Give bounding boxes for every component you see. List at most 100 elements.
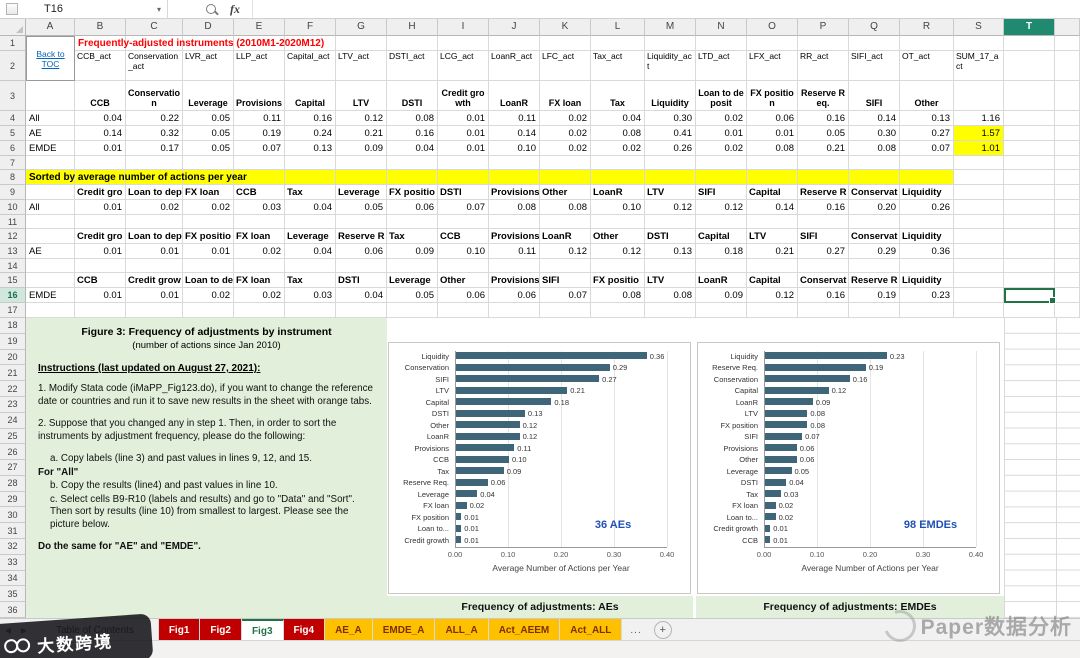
add-sheet-button[interactable]: + (653, 621, 672, 639)
cell-U3[interactable] (1055, 81, 1080, 111)
tab-ae-a[interactable]: AE_A (325, 619, 373, 641)
cell-K6[interactable]: 0.02 (540, 141, 591, 156)
cell-A16[interactable]: EMDE (26, 288, 75, 303)
cell-E11[interactable] (234, 215, 285, 229)
cell-B2[interactable]: CCB_act (75, 51, 126, 81)
row-header-22[interactable]: 22 (0, 381, 26, 397)
cell-R11[interactable] (900, 215, 954, 229)
cell-name-box[interactable]: T16 ▾ (18, 0, 168, 18)
cell-A14[interactable] (26, 259, 75, 273)
cell-P11[interactable] (798, 215, 849, 229)
row-header-7[interactable]: 7 (0, 156, 26, 170)
cell-H8[interactable] (387, 170, 438, 185)
cell-C10[interactable]: 0.02 (126, 200, 183, 215)
row-header-16[interactable]: 16 (0, 288, 26, 303)
row-header-17[interactable]: 17 (0, 303, 26, 318)
row-header-19[interactable]: 19 (0, 333, 26, 350)
fx-icon[interactable]: fx (230, 2, 240, 17)
cell-B15[interactable]: CCB (75, 273, 126, 288)
cell-M14[interactable] (645, 259, 696, 273)
cell-E2[interactable]: LLP_act (234, 51, 285, 81)
cell-F4[interactable]: 0.16 (285, 111, 336, 126)
cell-A7[interactable] (26, 156, 75, 170)
cell-T9[interactable] (1004, 185, 1055, 200)
cell-H7[interactable] (387, 156, 438, 170)
cell-T10[interactable] (1004, 200, 1055, 215)
tab-act-all[interactable]: Act_ALL (560, 619, 623, 641)
cell-I17[interactable] (438, 303, 489, 318)
column-header-E[interactable]: E (234, 18, 285, 36)
cell-Q2[interactable]: SIFI_act (849, 51, 900, 81)
cell-S5[interactable]: 1.57 (954, 126, 1004, 141)
cell-P15[interactable]: Conservat (798, 273, 849, 288)
cell-J14[interactable] (489, 259, 540, 273)
cell-L10[interactable]: 0.10 (591, 200, 645, 215)
cell-U15[interactable] (1055, 273, 1080, 288)
row-header-25[interactable]: 25 (0, 428, 26, 445)
column-header-D[interactable]: D (183, 18, 234, 36)
cell-H4[interactable]: 0.08 (387, 111, 438, 126)
cell-L16[interactable]: 0.08 (591, 288, 645, 303)
cell-G8[interactable] (336, 170, 387, 185)
cell-P7[interactable] (798, 156, 849, 170)
cell-M10[interactable]: 0.12 (645, 200, 696, 215)
cell-D11[interactable] (183, 215, 234, 229)
cell-D10[interactable]: 0.02 (183, 200, 234, 215)
cell-F3[interactable]: Capital (285, 81, 336, 111)
cell-B12[interactable]: Credit gro (75, 229, 126, 244)
cell-I16[interactable]: 0.06 (438, 288, 489, 303)
column-header-L[interactable]: L (591, 18, 645, 36)
cell-G12[interactable]: Reserve R (336, 229, 387, 244)
cell-Q14[interactable] (849, 259, 900, 273)
cell-M13[interactable]: 0.13 (645, 244, 696, 259)
cell-G1[interactable] (336, 36, 387, 51)
cell-R6[interactable]: 0.07 (900, 141, 954, 156)
cell-M4[interactable]: 0.30 (645, 111, 696, 126)
cell-M3[interactable]: Liquidity (645, 81, 696, 111)
cell-C2[interactable]: Conservation_act (126, 51, 183, 81)
cell-N10[interactable]: 0.12 (696, 200, 747, 215)
cell-U7[interactable] (1055, 156, 1080, 170)
cell-L8[interactable] (591, 170, 645, 185)
tab-fig1[interactable]: Fig1 (158, 619, 201, 641)
cell-T14[interactable] (1004, 259, 1055, 273)
cell-H6[interactable]: 0.04 (387, 141, 438, 156)
cell-L17[interactable] (591, 303, 645, 318)
cell-M5[interactable]: 0.41 (645, 126, 696, 141)
cell-H1[interactable] (387, 36, 438, 51)
cell-U8[interactable] (1055, 170, 1080, 185)
cell-O7[interactable] (747, 156, 798, 170)
cell-G5[interactable]: 0.21 (336, 126, 387, 141)
cell-L6[interactable]: 0.02 (591, 141, 645, 156)
cell-G16[interactable]: 0.04 (336, 288, 387, 303)
column-header-S[interactable]: S (954, 18, 1004, 36)
cell-T11[interactable] (1004, 215, 1055, 229)
tab-fig2[interactable]: Fig2 (200, 619, 242, 641)
row-header-2[interactable]: 2 (0, 51, 26, 81)
cell-E16[interactable]: 0.02 (234, 288, 285, 303)
cell-S2[interactable]: SUM_17_act (954, 51, 1004, 81)
cell-S15[interactable] (954, 273, 1004, 288)
cell-N3[interactable]: Loan to deposit (696, 81, 747, 111)
cell-C4[interactable]: 0.22 (126, 111, 183, 126)
cell-D6[interactable]: 0.05 (183, 141, 234, 156)
cell-F15[interactable]: Tax (285, 273, 336, 288)
cell-L9[interactable]: LoanR (591, 185, 645, 200)
cell-U17[interactable] (1055, 303, 1080, 318)
cell-C5[interactable]: 0.32 (126, 126, 183, 141)
cell-P4[interactable]: 0.16 (798, 111, 849, 126)
cell-J7[interactable] (489, 156, 540, 170)
row-header-20[interactable]: 20 (0, 349, 26, 366)
cell-Q8[interactable] (849, 170, 900, 185)
cell-R3[interactable]: Other (900, 81, 954, 111)
cell-I1[interactable] (438, 36, 489, 51)
cell-H5[interactable]: 0.16 (387, 126, 438, 141)
cell-J6[interactable]: 0.10 (489, 141, 540, 156)
cell-K11[interactable] (540, 215, 591, 229)
cell-B6[interactable]: 0.01 (75, 141, 126, 156)
cell-P12[interactable]: SIFI (798, 229, 849, 244)
cell-G4[interactable]: 0.12 (336, 111, 387, 126)
row-header-5[interactable]: 5 (0, 126, 26, 141)
cell-J12[interactable]: Provisions (489, 229, 540, 244)
cell-B9[interactable]: Credit gro (75, 185, 126, 200)
